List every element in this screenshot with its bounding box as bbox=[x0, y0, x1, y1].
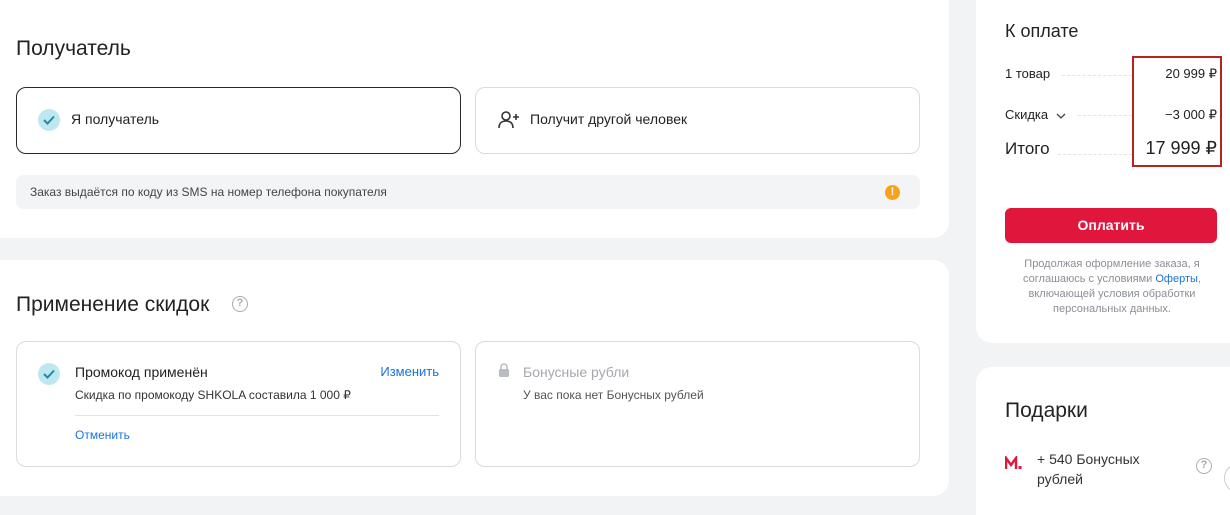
help-icon[interactable]: ? bbox=[232, 296, 248, 312]
gift-bonus-line1: + 540 Бонусных bbox=[1037, 451, 1140, 467]
promo-divider bbox=[75, 415, 439, 416]
recipient-title: Получатель bbox=[16, 37, 131, 60]
pay-button[interactable]: Оплатить bbox=[1005, 208, 1217, 243]
total-label: Итого bbox=[1005, 139, 1050, 158]
discount-label: Скидка bbox=[1005, 107, 1049, 122]
add-user-icon bbox=[498, 110, 520, 135]
discount-toggle[interactable]: Скидка bbox=[1005, 107, 1066, 122]
items-dots bbox=[1062, 75, 1132, 76]
recipient-option-other[interactable]: Получит другой человек bbox=[475, 87, 920, 154]
items-label: 1 товар bbox=[1005, 66, 1051, 81]
gift-bonus-line2: рублей bbox=[1037, 471, 1083, 487]
discount-dots bbox=[1078, 115, 1132, 116]
recipient-option-self[interactable]: Я получатель bbox=[16, 87, 461, 154]
lock-icon bbox=[498, 363, 510, 383]
bonus-description: У вас пока нет Бонусных рублей bbox=[523, 388, 704, 402]
recipient-option-self-label: Я получатель bbox=[71, 111, 160, 127]
gift-bonus-text: + 540 Бонусных рублей bbox=[1037, 449, 1140, 489]
legal-notice: Продолжая оформление заказа, я соглашаюс… bbox=[1010, 257, 1214, 317]
help-icon[interactable]: ? bbox=[1196, 458, 1212, 474]
recipient-option-other-label: Получит другой человек bbox=[530, 111, 688, 127]
check-icon bbox=[38, 363, 60, 385]
bonus-title: Бонусные рубли bbox=[523, 364, 630, 380]
discounts-title: Применение скидок bbox=[16, 293, 210, 316]
m-logo-icon bbox=[1004, 454, 1023, 475]
promo-code-panel: Промокод применён Изменить Скидка по про… bbox=[16, 341, 461, 467]
promo-description: Скидка по промокоду SHKOLA составила 1 0… bbox=[75, 388, 351, 402]
bonus-rubles-panel: Бонусные рубли У вас пока нет Бонусных р… bbox=[475, 341, 920, 467]
price-highlight-box bbox=[1132, 56, 1222, 167]
summary-title: К оплате bbox=[1005, 21, 1079, 41]
promo-title: Промокод применён bbox=[75, 364, 208, 380]
recipient-info-bar: Заказ выдаётся по коду из SMS на номер т… bbox=[16, 175, 920, 209]
chevron-down-icon bbox=[1056, 113, 1066, 119]
offer-link[interactable]: Оферты bbox=[1155, 273, 1198, 285]
cancel-promo-link[interactable]: Отменить bbox=[75, 428, 130, 442]
gifts-card bbox=[976, 367, 1230, 515]
change-promo-link[interactable]: Изменить bbox=[380, 364, 439, 379]
warning-icon[interactable]: ! bbox=[885, 185, 900, 200]
gifts-title: Подарки bbox=[1005, 399, 1088, 422]
recipient-info-text: Заказ выдаётся по коду из SMS на номер т… bbox=[30, 185, 387, 199]
total-dots bbox=[1058, 154, 1132, 155]
check-icon bbox=[38, 109, 60, 131]
